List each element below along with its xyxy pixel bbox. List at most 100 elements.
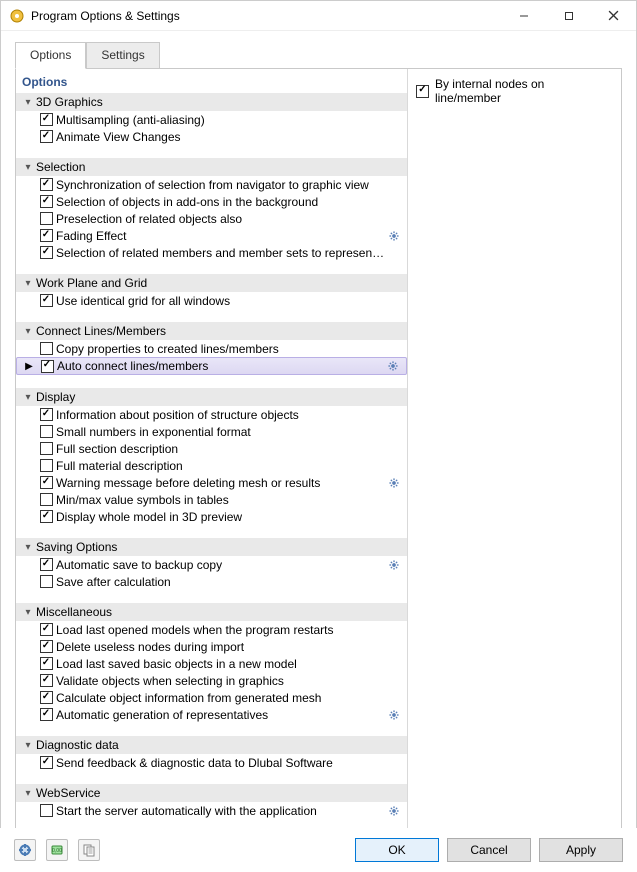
option-checkbox[interactable] [40, 408, 53, 421]
option-row[interactable]: Send feedback & diagnostic data to Dluba… [16, 754, 407, 771]
group-header[interactable]: ▾Miscellaneous [16, 603, 407, 621]
maximize-button[interactable] [546, 1, 591, 30]
option-row[interactable]: Full section description [16, 440, 407, 457]
option-label: Automatic save to backup copy [56, 558, 385, 572]
chevron-down-icon: ▾ [20, 542, 36, 553]
gear-icon[interactable] [389, 806, 399, 816]
option-checkbox[interactable] [40, 425, 53, 438]
copy-icon-button[interactable] [78, 839, 100, 861]
minimize-button[interactable] [501, 1, 546, 30]
option-checkbox[interactable] [40, 756, 53, 769]
gear-icon[interactable] [388, 361, 398, 371]
option-checkbox[interactable] [40, 640, 53, 653]
detail-panel: By internal nodes on line/member [408, 69, 621, 839]
group-header[interactable]: ▾3D Graphics [16, 93, 407, 111]
chevron-down-icon: ▾ [20, 740, 36, 751]
option-checkbox[interactable] [40, 708, 53, 721]
cancel-button[interactable]: Cancel [447, 838, 531, 862]
option-checkbox[interactable] [40, 459, 53, 472]
option-checkbox[interactable] [40, 442, 53, 455]
option-checkbox[interactable] [40, 575, 53, 588]
option-label: Multisampling (anti-aliasing) [56, 113, 385, 127]
option-row[interactable]: Automatic generation of representatives [16, 706, 407, 723]
panel-title: Options [16, 69, 407, 93]
option-row[interactable]: Validate objects when selecting in graph… [16, 672, 407, 689]
option-checkbox[interactable] [40, 558, 53, 571]
option-checkbox[interactable] [40, 294, 53, 307]
group-header[interactable]: ▾Connect Lines/Members [16, 322, 407, 340]
option-label: Automatic generation of representatives [56, 708, 385, 722]
help-icon-button[interactable] [14, 839, 36, 861]
option-checkbox[interactable] [40, 113, 53, 126]
options-tree[interactable]: ▾3D Graphics Multisampling (anti-aliasing… [16, 93, 407, 839]
gear-icon[interactable] [389, 560, 399, 570]
option-row[interactable]: Start the server automatically with the … [16, 802, 407, 819]
option-row[interactable]: Synchronization of selection from naviga… [16, 176, 407, 193]
option-row[interactable]: Copy properties to created lines/members [16, 340, 407, 357]
option-label: Calculate object information from genera… [56, 691, 385, 705]
option-checkbox[interactable] [41, 360, 54, 373]
option-row[interactable]: Selection of objects in add-ons in the b… [16, 193, 407, 210]
option-row[interactable]: Load last opened models when the program… [16, 621, 407, 638]
option-checkbox[interactable] [40, 246, 53, 259]
option-checkbox[interactable] [40, 476, 53, 489]
option-row[interactable]: Information about position of structure … [16, 406, 407, 423]
option-checkbox[interactable] [40, 657, 53, 670]
option-checkbox[interactable] [40, 130, 53, 143]
option-checkbox[interactable] [40, 178, 53, 191]
option-checkbox[interactable] [40, 691, 53, 704]
option-label: Information about position of structure … [56, 408, 385, 422]
option-row[interactable]: Fading Effect [16, 227, 407, 244]
group-header[interactable]: ▾Saving Options [16, 538, 407, 556]
gear-icon[interactable] [389, 231, 399, 241]
option-row[interactable]: Load last saved basic objects in a new m… [16, 655, 407, 672]
group-header[interactable]: ▾Work Plane and Grid [16, 274, 407, 292]
option-row[interactable]: Automatic save to backup copy [16, 556, 407, 573]
option-checkbox[interactable] [40, 195, 53, 208]
option-label: Send feedback & diagnostic data to Dluba… [56, 756, 385, 770]
option-label: Save after calculation [56, 575, 385, 589]
option-checkbox[interactable] [40, 229, 53, 242]
group-header[interactable]: ▾Display [16, 388, 407, 406]
option-row[interactable]: Full material description [16, 457, 407, 474]
option-row[interactable]: Selection of related members and member … [16, 244, 407, 261]
detail-checkbox[interactable] [416, 85, 429, 98]
option-label: Warning message before deleting mesh or … [56, 476, 385, 490]
gear-icon[interactable] [389, 478, 399, 488]
group-header[interactable]: ▾Selection [16, 158, 407, 176]
close-button[interactable] [591, 1, 636, 30]
detail-option-row[interactable]: By internal nodes on line/member [416, 75, 613, 107]
option-checkbox[interactable] [40, 342, 53, 355]
option-label: Delete useless nodes during import [56, 640, 385, 654]
option-row[interactable]: Warning message before deleting mesh or … [16, 474, 407, 491]
option-row[interactable]: ▶Auto connect lines/members [16, 357, 407, 375]
group-header[interactable]: ▾Diagnostic data [16, 736, 407, 754]
option-row[interactable]: Preselection of related objects also [16, 210, 407, 227]
tab-options[interactable]: Options [15, 42, 86, 69]
option-row[interactable]: Calculate object information from genera… [16, 689, 407, 706]
ok-button[interactable]: OK [355, 838, 439, 862]
option-row[interactable]: Multisampling (anti-aliasing) [16, 111, 407, 128]
units-icon-button[interactable]: 0,00 [46, 839, 68, 861]
option-row[interactable]: Use identical grid for all windows [16, 292, 407, 309]
chevron-down-icon: ▾ [20, 162, 36, 173]
apply-button[interactable]: Apply [539, 838, 623, 862]
option-row[interactable]: Delete useless nodes during import [16, 638, 407, 655]
option-row[interactable]: Min/max value symbols in tables [16, 491, 407, 508]
option-checkbox[interactable] [40, 212, 53, 225]
option-row[interactable]: Small numbers in exponential format [16, 423, 407, 440]
option-checkbox[interactable] [40, 493, 53, 506]
group-header[interactable]: ▾WebService [16, 784, 407, 802]
tab-bar: Options Settings [1, 31, 636, 68]
option-checkbox[interactable] [40, 623, 53, 636]
option-checkbox[interactable] [40, 804, 53, 817]
option-checkbox[interactable] [40, 674, 53, 687]
tab-settings[interactable]: Settings [86, 42, 159, 69]
option-row[interactable]: Display whole model in 3D preview [16, 508, 407, 525]
option-row[interactable]: Save after calculation [16, 573, 407, 590]
gear-icon[interactable] [389, 710, 399, 720]
window-controls [501, 1, 636, 30]
app-icon [9, 8, 25, 24]
option-row[interactable]: Animate View Changes [16, 128, 407, 145]
option-checkbox[interactable] [40, 510, 53, 523]
